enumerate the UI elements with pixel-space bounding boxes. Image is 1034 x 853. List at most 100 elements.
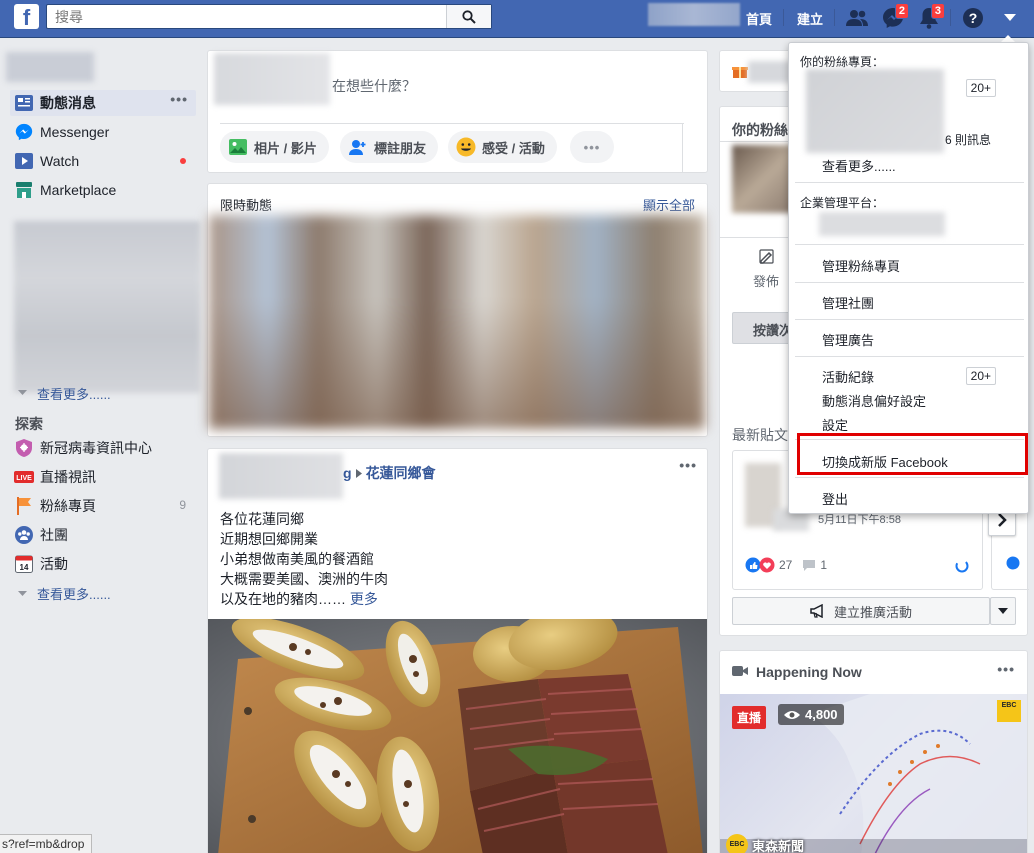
- tag-friends-icon: [348, 137, 368, 157]
- see-more-label: 查看更多......: [37, 587, 111, 602]
- page-avatar-redacted[interactable]: [732, 145, 796, 213]
- live-video-thumbnail[interactable]: 直播 4,800 EBC EBC 東森新聞: [720, 694, 1027, 853]
- sidebar-item-messenger[interactable]: Messenger: [10, 119, 196, 145]
- sidebar-item-groups[interactable]: 社團: [10, 522, 196, 548]
- feeling-activity-button[interactable]: 感受 / 活動: [448, 131, 557, 163]
- recent-posts-title: 最新貼文: [732, 427, 788, 443]
- post-author-redacted[interactable]: [219, 453, 343, 499]
- more-composer-options-button[interactable]: •••: [570, 131, 614, 163]
- svg-text:14: 14: [20, 563, 29, 572]
- show-all-stories-link[interactable]: 顯示全部: [643, 195, 695, 214]
- photo-video-button[interactable]: 相片 / 影片: [220, 131, 329, 163]
- logout-item[interactable]: 登出: [822, 489, 848, 508]
- post-line: 各位花蓮同鄉: [220, 511, 304, 527]
- sidebar-item-live-video[interactable]: LIVE 直播視訊: [10, 464, 196, 490]
- stories-strip-redacted[interactable]: [209, 215, 705, 430]
- manage-ads-item[interactable]: 管理廣告: [822, 330, 874, 349]
- sidebar-item-events[interactable]: 14 活動: [10, 551, 196, 577]
- calendar-icon: 14: [14, 554, 34, 574]
- divider: [682, 123, 683, 173]
- composer-prompt[interactable]: 在想些什麼？: [332, 76, 416, 96]
- account-menu-caret-icon[interactable]: [998, 6, 1022, 30]
- smiley-icon: [456, 137, 476, 157]
- help-icon[interactable]: ?: [961, 6, 985, 30]
- manage-pages-item[interactable]: 管理粉絲專頁: [822, 256, 900, 275]
- explore-section-title: 探索: [15, 416, 43, 432]
- status-bar-url: s?ref=mb&drop: [0, 834, 92, 853]
- sidebar-item-pages[interactable]: 粉絲專頁 9: [10, 493, 196, 519]
- page-list-redacted[interactable]: [806, 69, 944, 153]
- shortcuts-redacted[interactable]: [14, 221, 200, 393]
- divider: [795, 282, 1024, 283]
- manage-groups-item[interactable]: 管理社團: [822, 293, 874, 312]
- live-icon: LIVE: [14, 467, 34, 487]
- loading-spinner-icon: [955, 559, 969, 573]
- chevron-right-icon: [997, 513, 1007, 527]
- publish-button[interactable]: 發佈: [753, 271, 779, 290]
- notifications-badge: 3: [930, 3, 945, 19]
- home-link[interactable]: 首頁: [746, 9, 772, 28]
- facebook-logo-icon[interactable]: f: [14, 4, 39, 29]
- sidebar-item-label: 活動: [40, 556, 68, 572]
- create-link[interactable]: 建立: [797, 9, 823, 28]
- reaction-summary: 27 1: [745, 557, 827, 573]
- more-options-icon[interactable]: •••: [170, 91, 188, 107]
- messenger-icon[interactable]: 2: [881, 3, 909, 30]
- marketplace-icon: [14, 180, 34, 200]
- divider: [950, 9, 951, 26]
- search-button[interactable]: [446, 5, 491, 28]
- user-profile-redacted[interactable]: [6, 52, 94, 82]
- post-composer: 在想些什麼？ 相片 / 影片 標註朋友 感受 / 活動 •••: [207, 50, 708, 173]
- sidebar-item-covid-center[interactable]: 新冠病毒資訊中心: [10, 435, 196, 461]
- post-line: 以及在地的豬肉……: [220, 591, 346, 607]
- edit-icon: [759, 249, 774, 264]
- comment-icon: [803, 560, 816, 571]
- stories-card: 限時動態 顯示全部: [207, 183, 708, 437]
- highlight-annotation-box: [797, 433, 1028, 475]
- stories-title: 限時動態: [220, 198, 273, 213]
- more-options-icon[interactable]: •••: [997, 661, 1015, 677]
- sidebar-item-news-feed[interactable]: 動態消息 •••: [10, 90, 196, 116]
- profile-name-redacted[interactable]: [648, 3, 740, 26]
- see-more-link[interactable]: 查看更多......: [18, 386, 111, 400]
- post-photo[interactable]: [208, 619, 707, 853]
- business-account-redacted[interactable]: [819, 212, 945, 236]
- post-menu-icon[interactable]: •••: [679, 457, 697, 473]
- news-feed-icon: [14, 93, 34, 113]
- tag-friends-button[interactable]: 標註朋友: [340, 131, 439, 163]
- search-input[interactable]: [47, 5, 447, 28]
- happening-now-title: Happening Now: [756, 664, 862, 680]
- covid-shield-icon: [14, 438, 34, 458]
- group-name-link[interactable]: 花蓮同鄉會: [366, 463, 436, 483]
- flag-icon: [14, 496, 34, 516]
- channel-logo-icon: EBC: [726, 834, 748, 853]
- promotion-options-button[interactable]: [990, 597, 1016, 625]
- post-line: 小弟想做南美風的餐酒館: [220, 551, 374, 567]
- activity-count-badge: 20+: [965, 367, 996, 385]
- photo-video-label: 相片 / 影片: [254, 140, 317, 156]
- search-box: [46, 4, 492, 29]
- svg-text:?: ?: [969, 10, 978, 26]
- settings-item[interactable]: 設定: [822, 415, 848, 434]
- divider: [795, 356, 1024, 357]
- see-more-link[interactable]: 更多: [350, 591, 378, 607]
- weather-map-illustration: [720, 694, 1027, 853]
- messages-count: 6 則訊息: [945, 133, 992, 147]
- see-more-link[interactable]: 查看更多......: [18, 584, 111, 603]
- sidebar-item-marketplace[interactable]: Marketplace: [10, 177, 196, 203]
- create-promotion-button[interactable]: 建立推廣活動: [732, 597, 990, 625]
- tag-friends-label: 標註朋友: [374, 140, 427, 156]
- activity-log-item[interactable]: 活動紀錄: [822, 367, 874, 386]
- notifications-icon[interactable]: 3: [917, 3, 945, 30]
- svg-text:LIVE: LIVE: [16, 475, 32, 482]
- post-header: g 花蓮同鄉會: [343, 463, 436, 483]
- chevron-down-icon: [998, 608, 1008, 614]
- divider: [795, 319, 1024, 320]
- news-feed-preferences-item[interactable]: 動態消息偏好設定: [822, 391, 926, 410]
- sidebar-item-watch[interactable]: Watch: [10, 148, 196, 174]
- see-more-pages-link[interactable]: 查看更多......: [822, 156, 896, 175]
- friend-requests-icon[interactable]: [845, 6, 869, 30]
- comment-count: 1: [820, 558, 828, 572]
- sidebar-item-label: Messenger: [40, 124, 110, 140]
- gift-icon: [732, 67, 748, 78]
